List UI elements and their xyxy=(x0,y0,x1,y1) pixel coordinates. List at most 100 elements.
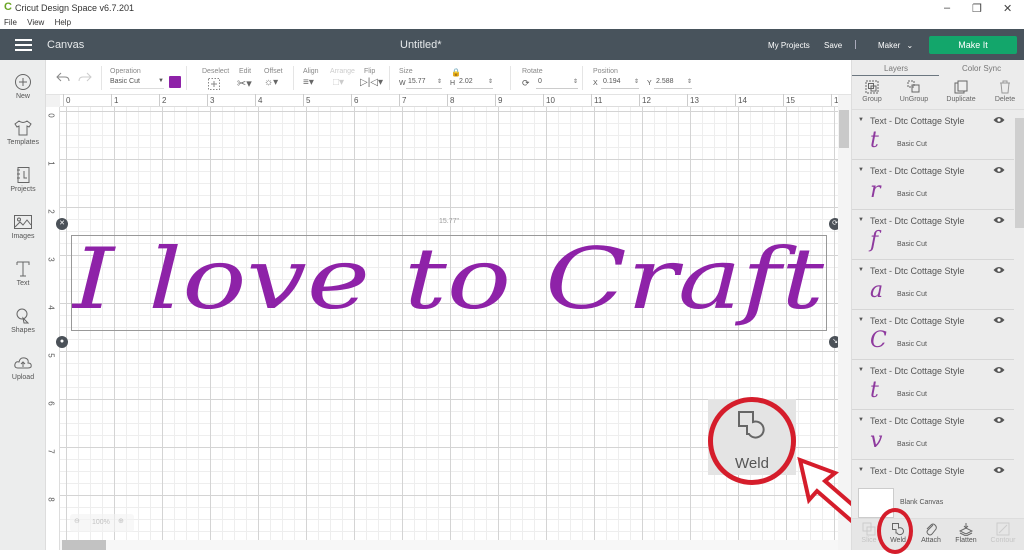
layer-item[interactable]: ▼ Text - Dtc Cottage Style C Basic Cut xyxy=(852,310,1014,360)
sidebar-item-templates[interactable]: Templates xyxy=(0,119,46,146)
ruler-tick-label: 8 xyxy=(450,96,455,105)
group-button[interactable]: Group xyxy=(852,80,892,103)
menu-view[interactable]: View xyxy=(27,16,44,29)
sidebar-item-new[interactable]: New xyxy=(0,73,46,100)
operation-select[interactable]: Basic Cut ▼ xyxy=(110,78,164,89)
width-input[interactable]: 15.77 ⇕ xyxy=(406,78,442,89)
visibility-eye-icon[interactable] xyxy=(993,316,1005,324)
close-icon[interactable]: ✕ xyxy=(1003,2,1012,15)
deselect-icon[interactable] xyxy=(208,78,220,90)
collapse-caret-icon[interactable]: ▼ xyxy=(858,217,864,223)
collapse-caret-icon[interactable]: ▼ xyxy=(858,317,864,323)
collapse-caret-icon[interactable]: ▼ xyxy=(858,417,864,423)
layer-item[interactable]: ▼ Text - Dtc Cottage Style t Basic Cut xyxy=(852,110,1014,160)
save-button[interactable]: Save xyxy=(824,41,842,50)
ruler-tick-label: 1 xyxy=(46,161,56,166)
layer-item[interactable]: ▼ Text - Dtc Cottage Style v Basic Cut xyxy=(852,410,1014,460)
sidebar-label: Images xyxy=(11,233,35,240)
restore-icon[interactable]: ❐ xyxy=(972,2,982,15)
collapse-caret-icon[interactable]: ▼ xyxy=(858,267,864,273)
sidebar-item-text[interactable]: Text xyxy=(0,260,46,287)
canvas-horizontal-scrollbar[interactable] xyxy=(60,540,838,550)
collapse-caret-icon[interactable]: ▼ xyxy=(858,167,864,173)
sidebar-item-projects[interactable]: Projects xyxy=(0,166,46,193)
stepper-icon[interactable]: ⇕ xyxy=(687,78,692,85)
flip-label: Flip xyxy=(364,68,376,75)
contour-button[interactable]: Contour xyxy=(986,522,1020,544)
scrollbar-thumb[interactable] xyxy=(839,110,849,148)
layer-name: Text - Dtc Cottage Style xyxy=(870,116,965,126)
sidebar-item-images[interactable]: Images xyxy=(0,213,46,240)
lock-handle-icon[interactable]: ● xyxy=(56,336,68,348)
ruler-tick-label: 5 xyxy=(46,353,56,358)
delete-handle-icon[interactable]: ✕ xyxy=(56,218,68,230)
stepper-icon[interactable]: ⇕ xyxy=(573,78,578,85)
menu-file[interactable]: File xyxy=(4,16,17,29)
scrollbar-thumb[interactable] xyxy=(1015,118,1024,228)
stepper-icon[interactable]: ⇕ xyxy=(488,78,493,85)
flip-icon[interactable]: ▷|◁▾ xyxy=(360,77,383,88)
delete-button[interactable]: Delete xyxy=(985,80,1024,103)
layer-item[interactable]: ▼ Text - Dtc Cottage Style xyxy=(852,460,1014,490)
hamburger-menu-icon[interactable] xyxy=(15,39,32,51)
blank-canvas-label: Blank Canvas xyxy=(900,499,944,506)
header-divider xyxy=(855,40,856,49)
operation-color-swatch[interactable] xyxy=(169,76,181,88)
x-position-input[interactable]: 0.194 ⇕ xyxy=(601,78,639,89)
stepper-icon[interactable]: ⇕ xyxy=(437,78,442,85)
align-icon[interactable]: ≡▾ xyxy=(303,77,314,88)
canvas-text-object[interactable]: I love to Craft xyxy=(72,228,828,338)
undo-icon[interactable] xyxy=(56,71,70,83)
tab-color-sync[interactable]: Color Sync xyxy=(962,64,1001,73)
zoom-out-icon[interactable]: ⊖ xyxy=(74,517,80,525)
ruler-tick-label: 0 xyxy=(66,96,71,105)
visibility-eye-icon[interactable] xyxy=(993,416,1005,424)
collapse-caret-icon[interactable]: ▼ xyxy=(858,467,864,473)
scrollbar-thumb[interactable] xyxy=(62,540,106,550)
layer-thumbnail: r xyxy=(870,178,881,203)
visibility-eye-icon[interactable] xyxy=(993,166,1005,174)
layers-scrollbar[interactable] xyxy=(1014,110,1024,540)
machine-select[interactable]: Maker ⌄ xyxy=(878,41,913,50)
menu-help[interactable]: Help xyxy=(55,16,71,29)
tool-label: Delete xyxy=(994,96,1016,103)
visibility-eye-icon[interactable] xyxy=(993,216,1005,224)
height-label: H xyxy=(450,80,456,87)
collapse-caret-icon[interactable]: ▼ xyxy=(858,367,864,373)
lock-icon[interactable]: 🔒 xyxy=(451,68,461,77)
height-input[interactable]: 2.02 ⇕ xyxy=(457,78,493,89)
edit-scissors-icon[interactable]: ✂▾ xyxy=(237,77,252,90)
y-position-input[interactable]: 2.588 ⇕ xyxy=(654,78,692,89)
make-it-button[interactable]: Make It xyxy=(929,36,1017,54)
zoom-in-icon[interactable]: ⊕ xyxy=(118,517,124,525)
offset-icon[interactable]: ☼▾ xyxy=(264,77,278,88)
layer-item[interactable]: ▼ Text - Dtc Cottage Style f Basic Cut xyxy=(852,210,1014,260)
stepper-icon[interactable]: ⇕ xyxy=(634,78,639,85)
layer-operation: Basic Cut xyxy=(897,191,927,198)
tab-layers[interactable]: Layers xyxy=(884,64,908,73)
ruler-tick-label: 4 xyxy=(46,305,56,310)
minimize-icon[interactable]: – xyxy=(944,2,950,14)
layer-item[interactable]: ▼ Text - Dtc Cottage Style r Basic Cut xyxy=(852,160,1014,210)
my-projects-link[interactable]: My Projects xyxy=(768,41,810,50)
ungroup-button[interactable]: UnGroup xyxy=(894,80,934,103)
visibility-eye-icon[interactable] xyxy=(993,466,1005,474)
redo-icon[interactable] xyxy=(78,71,92,83)
rotate-input[interactable]: 0 ⇕ xyxy=(536,78,578,89)
duplicate-button[interactable]: Duplicate xyxy=(941,80,981,103)
layer-item[interactable]: ▼ Text - Dtc Cottage Style t Basic Cut xyxy=(852,360,1014,410)
collapse-caret-icon[interactable]: ▼ xyxy=(858,117,864,123)
ruler-tick xyxy=(543,94,544,106)
blank-canvas-layer[interactable]: Blank Canvas xyxy=(852,488,1014,518)
ruler-tick xyxy=(495,94,496,106)
visibility-eye-icon[interactable] xyxy=(993,116,1005,124)
layer-item[interactable]: ▼ Text - Dtc Cottage Style a Basic Cut xyxy=(852,260,1014,310)
tool-label: Slice xyxy=(861,537,877,544)
tshirt-icon xyxy=(14,120,32,136)
flatten-button[interactable]: Flatten xyxy=(949,522,983,544)
sidebar-item-upload[interactable]: Upload xyxy=(0,354,46,381)
visibility-eye-icon[interactable] xyxy=(993,366,1005,374)
attach-button[interactable]: Attach xyxy=(914,522,948,544)
sidebar-item-shapes[interactable]: Shapes xyxy=(0,307,46,334)
visibility-eye-icon[interactable] xyxy=(993,266,1005,274)
